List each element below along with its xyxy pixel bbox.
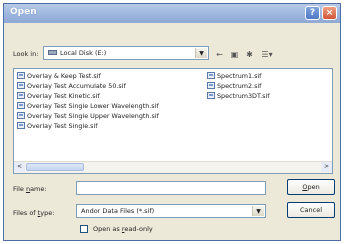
new-folder-icon[interactable]: ✱ [243, 49, 256, 60]
file-type-combo[interactable]: Andor Data Files (*.sif) ▼ [76, 204, 266, 218]
file-item[interactable]: Spectrum3DT.sif [207, 92, 270, 101]
help-icon[interactable]: ? [305, 6, 320, 20]
file-icon [17, 112, 25, 119]
file-icon [17, 102, 25, 109]
file-item[interactable]: Overlay Test Single.sif [17, 122, 98, 131]
file-type-label: Files of type: [13, 209, 55, 217]
file-item[interactable]: Spectrum1.sif [207, 72, 261, 81]
file-item[interactable]: Overlay Test Single Upper Wavelength.sif [17, 112, 159, 121]
open-button[interactable]: Open [287, 179, 335, 195]
file-item[interactable]: Overlay & Keep Test.sif [17, 72, 101, 81]
scroll-right-icon[interactable]: > [321, 162, 332, 172]
chevron-down-icon[interactable]: ▼ [195, 48, 207, 58]
look-in-label: Look in: [13, 50, 39, 58]
views-icon[interactable]: ☰▾ [258, 49, 276, 60]
file-icon [17, 82, 25, 89]
horizontal-scrollbar[interactable]: < > [14, 161, 332, 173]
open-dialog: Open ? × Look in: Local Disk (E:) ▼ ← ▣ … [3, 3, 341, 241]
scroll-thumb[interactable] [26, 163, 84, 171]
file-list[interactable]: Overlay & Keep Test.sif Overlay Test Acc… [13, 68, 333, 174]
file-name-label: File name: [13, 185, 47, 193]
file-item[interactable]: Spectrum2.sif [207, 82, 261, 91]
look-in-combo[interactable]: Local Disk (E:) ▼ [43, 46, 209, 60]
file-name-input[interactable] [76, 181, 266, 195]
file-icon [207, 82, 215, 89]
read-only-label: Open as read-only [93, 225, 153, 233]
file-icon [17, 92, 25, 99]
file-item[interactable]: Overlay Test Single Lower Wavelength.sif [17, 102, 159, 111]
back-icon[interactable]: ← [213, 49, 226, 60]
look-in-value-text: Local Disk (E:) [60, 49, 107, 57]
cancel-button[interactable]: Cancel [287, 202, 335, 218]
read-only-checkbox[interactable] [80, 225, 88, 233]
chevron-down-icon[interactable]: ▼ [252, 206, 264, 216]
file-icon [17, 122, 25, 129]
file-icon [207, 92, 215, 99]
drive-icon [48, 50, 57, 55]
scroll-left-icon[interactable]: < [14, 162, 25, 172]
window-title: Open [10, 7, 37, 17]
title-bar: Open ? × [4, 4, 340, 23]
file-item[interactable]: Overlay Test Accumulate 50.sif [17, 82, 126, 91]
file-icon [17, 72, 25, 79]
file-item[interactable]: Overlay Test Kinetic.sif [17, 92, 100, 101]
file-type-value: Andor Data Files (*.sif) [81, 207, 155, 215]
file-icon [207, 72, 215, 79]
up-folder-icon[interactable]: ▣ [228, 49, 241, 60]
close-icon[interactable]: × [322, 6, 337, 20]
look-in-value: Local Disk (E:) [48, 49, 106, 57]
